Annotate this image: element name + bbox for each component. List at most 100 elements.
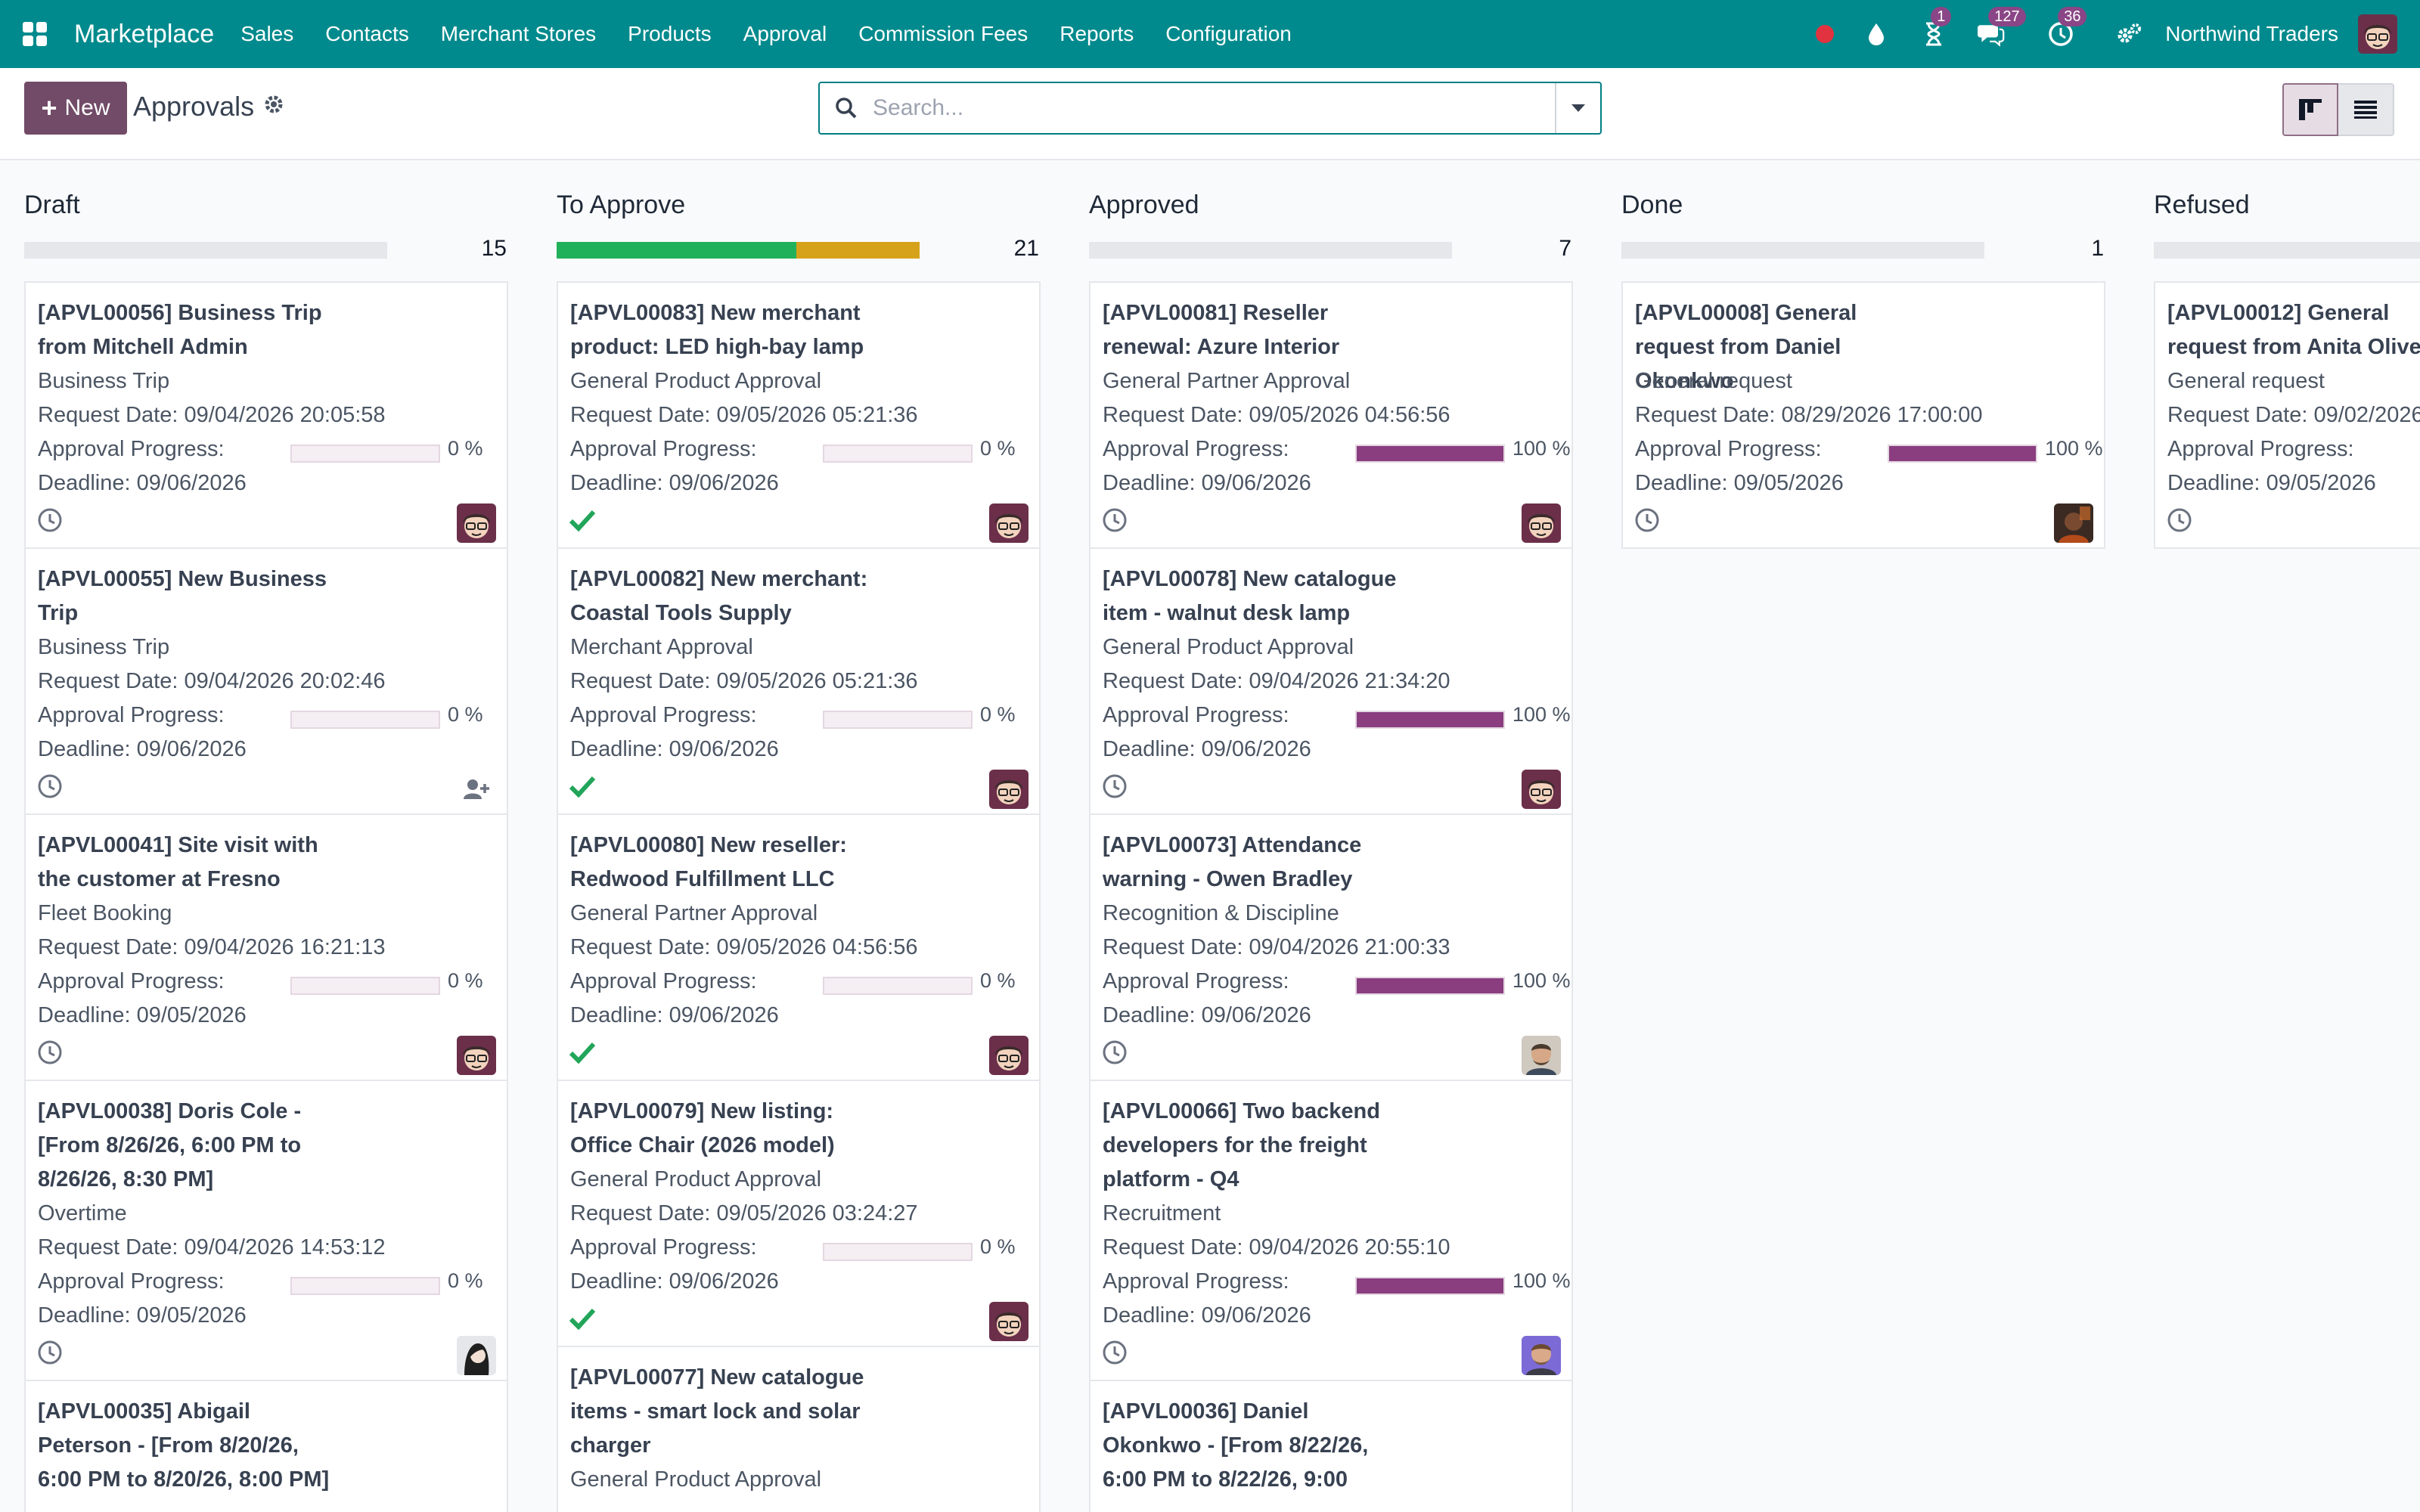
column-title[interactable]: Approved: [1089, 191, 1199, 220]
approval-card[interactable]: [APVL00083] New merchant product: LED hi…: [557, 281, 1041, 549]
menu-configuration[interactable]: Configuration: [1150, 22, 1308, 46]
column-title[interactable]: Refused: [2154, 191, 2250, 220]
menu-merchant-stores[interactable]: Merchant Stores: [425, 22, 612, 46]
record-icon[interactable]: [1811, 20, 1838, 48]
messages-icon[interactable]: 127: [1978, 7, 2026, 48]
progress-segment[interactable]: [557, 242, 796, 259]
progress-segment[interactable]: [796, 242, 920, 259]
card-request-date: Request Date: 09/04/2026 14:53:12: [38, 1235, 386, 1259]
approval-card[interactable]: [APVL00038] Doris Cole - [From 8/26/26, …: [24, 1080, 508, 1381]
list-view-button[interactable]: [2338, 83, 2394, 136]
settings-gears-icon[interactable]: [2115, 20, 2142, 48]
approval-card[interactable]: [APVL00012] General request from Anita O…: [2154, 281, 2420, 549]
menu-reports[interactable]: Reports: [1044, 22, 1150, 46]
column-progress-bar[interactable]: [2154, 242, 2420, 259]
approval-card[interactable]: [APVL00055] New Business Trip Business Tr…: [24, 547, 508, 815]
column-title[interactable]: Draft: [24, 191, 80, 220]
user-avatar[interactable]: [2358, 14, 2397, 54]
assignee-avatar[interactable]: [989, 1036, 1028, 1075]
check-icon[interactable]: [569, 1305, 596, 1332]
column-progress-bar[interactable]: [1621, 242, 1984, 259]
card-category: General Product Approval: [570, 1167, 822, 1191]
clock-icon[interactable]: [2166, 507, 2193, 534]
approval-progress-percent: 0 %: [980, 703, 1016, 726]
card-deadline: Deadline: 09/06/2026: [1103, 471, 1311, 495]
company-switcher[interactable]: Northwind Traders: [2165, 22, 2338, 46]
clock-icon[interactable]: [36, 1339, 64, 1366]
approval-card[interactable]: [APVL00008] General request from Daniel …: [1621, 281, 2105, 549]
app-brand[interactable]: Marketplace: [74, 20, 214, 49]
kanban-view-button[interactable]: [2282, 83, 2338, 136]
check-icon[interactable]: [569, 507, 596, 534]
column-progress-bar[interactable]: [1089, 242, 1452, 259]
clock-badge: 36: [2058, 7, 2087, 26]
menu-approval[interactable]: Approval: [728, 22, 843, 46]
assignee-avatar[interactable]: [989, 1302, 1028, 1341]
check-icon[interactable]: [569, 773, 596, 800]
menu-commission-fees[interactable]: Commission Fees: [842, 22, 1044, 46]
approval-progress-bar: [290, 977, 440, 995]
clock-icon[interactable]: [1101, 1339, 1128, 1366]
new-button-label: New: [64, 95, 110, 120]
approval-card[interactable]: [APVL00073] Attendance warning - Owen Br…: [1089, 813, 1573, 1081]
clock-icon[interactable]: [1101, 773, 1128, 800]
card-title: [APVL00012] General request from Anita O…: [2167, 301, 2420, 359]
approval-card[interactable]: [APVL00078] New catalogue item - walnut …: [1089, 547, 1573, 815]
approval-progress-label: Approval Progress:: [1635, 437, 1822, 461]
approval-progress-bar: [823, 445, 973, 463]
menu-products[interactable]: Products: [612, 22, 728, 46]
droplet-icon[interactable]: [1863, 20, 1890, 48]
menu-sales[interactable]: Sales: [225, 22, 309, 46]
new-button[interactable]: + New: [24, 82, 127, 135]
approval-card[interactable]: [APVL00077] New catalogue items - smart …: [557, 1346, 1041, 1512]
card-request-date: Request Date: 08/29/2026 17:00:00: [1635, 403, 1983, 427]
approval-card[interactable]: [APVL00080] New reseller: Redwood Fulfil…: [557, 813, 1041, 1081]
approval-card[interactable]: [APVL00079] New listing: Office Chair (2…: [557, 1080, 1041, 1347]
approval-card[interactable]: [APVL00082] New merchant: Coastal Tools …: [557, 547, 1041, 815]
approval-card[interactable]: [APVL00036] Daniel Okonkwo - [From 8/22/…: [1089, 1380, 1573, 1512]
search-options-toggle[interactable]: [1555, 83, 1600, 133]
approval-progress-label: Approval Progress:: [1103, 437, 1289, 461]
clock-icon[interactable]: [1634, 507, 1661, 534]
assignee-avatar[interactable]: [989, 770, 1028, 809]
assignee-avatar[interactable]: [457, 1036, 496, 1075]
app-menu-icon[interactable]: [23, 22, 47, 46]
approval-card[interactable]: [APVL00041] Site visit with the customer…: [24, 813, 508, 1081]
approval-progress-bar: [1355, 977, 1505, 995]
add-user-icon[interactable]: [457, 770, 496, 809]
clock-icon[interactable]: [36, 1039, 64, 1066]
approval-card[interactable]: [APVL00066] Two backend developers for t…: [1089, 1080, 1573, 1381]
assignee-avatar[interactable]: [457, 1336, 496, 1375]
search-input[interactable]: [873, 85, 1555, 132]
column-progress-bar[interactable]: [24, 242, 387, 259]
card-title: [APVL00073] Attendance warning - Owen Br…: [1103, 833, 1362, 891]
card-request-date: Request Date: 09/05/2026 05:21:36: [570, 669, 918, 693]
approval-card[interactable]: [APVL00035] Abigail Peterson - [From 8/2…: [24, 1380, 508, 1512]
approval-progress-label: Approval Progress:: [2167, 437, 2354, 461]
assignee-avatar[interactable]: [2054, 503, 2093, 543]
clock-icon[interactable]: [1101, 507, 1128, 534]
activity-hourglass-icon[interactable]: 1: [1920, 7, 1952, 48]
column-title[interactable]: Done: [1621, 191, 1683, 220]
card-deadline: Deadline: 09/06/2026: [570, 1003, 779, 1027]
approval-progress-label: Approval Progress:: [570, 437, 757, 461]
assignee-avatar[interactable]: [1522, 770, 1561, 809]
assignee-avatar[interactable]: [1522, 1036, 1561, 1075]
assignee-avatar[interactable]: [1522, 503, 1561, 543]
clock-icon[interactable]: [36, 507, 64, 534]
clock-icon[interactable]: [36, 773, 64, 800]
assignee-avatar[interactable]: [1522, 1336, 1561, 1375]
gear-icon[interactable]: [263, 94, 284, 119]
clock-icon[interactable]: [1101, 1039, 1128, 1066]
column-progress-bar[interactable]: [557, 242, 920, 259]
clock-activity-icon[interactable]: 36: [2047, 7, 2087, 48]
check-icon[interactable]: [569, 1039, 596, 1066]
menu-contacts[interactable]: Contacts: [309, 22, 425, 46]
approval-card[interactable]: [APVL00056] Business Trip from Mitchell …: [24, 281, 508, 549]
approval-progress-label: Approval Progress:: [38, 1269, 225, 1294]
assignee-avatar[interactable]: [457, 503, 496, 543]
card-title: [APVL00082] New merchant: Coastal Tools …: [570, 567, 868, 625]
assignee-avatar[interactable]: [989, 503, 1028, 543]
column-title[interactable]: To Approve: [557, 191, 685, 220]
approval-card[interactable]: [APVL00081] Reseller renewal: Azure Inte…: [1089, 281, 1573, 549]
